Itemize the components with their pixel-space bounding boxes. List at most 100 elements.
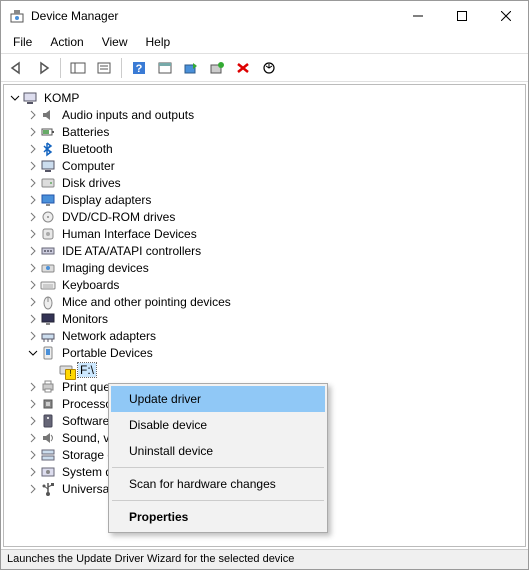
tree-category[interactable]: Batteries bbox=[4, 123, 525, 140]
hid-icon bbox=[40, 226, 56, 242]
cpu-icon bbox=[40, 396, 56, 412]
minimize-button[interactable] bbox=[396, 1, 440, 31]
expand-icon[interactable] bbox=[26, 414, 40, 428]
context-uninstall-device[interactable]: Uninstall device bbox=[111, 438, 325, 464]
context-update-driver[interactable]: Update driver bbox=[111, 386, 325, 412]
expand-icon[interactable] bbox=[26, 329, 40, 343]
expand-icon[interactable] bbox=[26, 193, 40, 207]
tree-device[interactable]: F:\ bbox=[4, 361, 525, 378]
expand-icon[interactable] bbox=[26, 142, 40, 156]
svg-text:?: ? bbox=[136, 63, 143, 75]
sound-icon bbox=[40, 430, 56, 446]
computer-icon bbox=[40, 158, 56, 174]
device-tree[interactable]: KOMP Audio inputs and outputs Batteries Blu… bbox=[3, 84, 526, 547]
tree-category-label: Display adapters bbox=[60, 193, 153, 207]
forward-button[interactable] bbox=[31, 57, 55, 79]
tree-category-label: DVD/CD-ROM drives bbox=[60, 210, 177, 224]
tree-category-label: IDE ATA/ATAPI controllers bbox=[60, 244, 203, 258]
tree-category[interactable]: Computer bbox=[4, 157, 525, 174]
status-bar: Launches the Update Driver Wizard for th… bbox=[1, 549, 528, 569]
collapse-icon[interactable] bbox=[8, 91, 22, 105]
computer-icon bbox=[22, 90, 38, 106]
toolbar-separator bbox=[121, 58, 122, 78]
menu-help[interactable]: Help bbox=[138, 33, 179, 51]
network-icon bbox=[40, 328, 56, 344]
tree-category-label: Imaging devices bbox=[60, 261, 151, 275]
scan-hardware-button[interactable] bbox=[205, 57, 229, 79]
expand-icon[interactable] bbox=[26, 278, 40, 292]
menu-view[interactable]: View bbox=[94, 33, 136, 51]
menu-file[interactable]: File bbox=[5, 33, 40, 51]
tree-category[interactable]: DVD/CD-ROM drives bbox=[4, 208, 525, 225]
expand-icon[interactable] bbox=[26, 261, 40, 275]
tree-category-label: Human Interface Devices bbox=[60, 227, 199, 241]
maximize-button[interactable] bbox=[440, 1, 484, 31]
context-disable-device[interactable]: Disable device bbox=[111, 412, 325, 438]
back-button[interactable] bbox=[5, 57, 29, 79]
tree-category-label: Bluetooth bbox=[60, 142, 115, 156]
update-driver-button[interactable] bbox=[179, 57, 203, 79]
tree-root-label: KOMP bbox=[42, 91, 81, 105]
storage-icon bbox=[40, 447, 56, 463]
context-properties[interactable]: Properties bbox=[111, 504, 325, 530]
tree-category[interactable]: Display adapters bbox=[4, 191, 525, 208]
app-icon bbox=[9, 8, 25, 24]
tree-category[interactable]: Monitors bbox=[4, 310, 525, 327]
expand-icon[interactable] bbox=[26, 448, 40, 462]
tree-category-label: Portable Devices bbox=[60, 346, 155, 360]
toolbar: ? bbox=[1, 54, 528, 82]
collapse-icon[interactable] bbox=[26, 346, 40, 360]
keyboard-icon bbox=[40, 277, 56, 293]
expand-icon[interactable] bbox=[26, 159, 40, 173]
bluetooth-icon bbox=[40, 141, 56, 157]
expand-icon[interactable] bbox=[26, 125, 40, 139]
expand-icon[interactable] bbox=[26, 431, 40, 445]
expand-icon[interactable] bbox=[26, 380, 40, 394]
tree-category-label: Batteries bbox=[60, 125, 111, 139]
expand-icon[interactable] bbox=[26, 210, 40, 224]
context-scan-hardware[interactable]: Scan for hardware changes bbox=[111, 471, 325, 497]
expand-icon[interactable] bbox=[26, 465, 40, 479]
software-icon bbox=[40, 413, 56, 429]
context-separator bbox=[112, 467, 324, 468]
window-title: Device Manager bbox=[31, 9, 396, 23]
tree-category[interactable]: Portable Devices bbox=[4, 344, 525, 361]
tree-category-label: Computer bbox=[60, 159, 117, 173]
tree-root[interactable]: KOMP bbox=[4, 89, 525, 106]
tree-category-label: Keyboards bbox=[60, 278, 121, 292]
optical-icon bbox=[40, 209, 56, 225]
monitor-icon bbox=[40, 311, 56, 327]
tree-category[interactable]: Bluetooth bbox=[4, 140, 525, 157]
tree-category[interactable]: Audio inputs and outputs bbox=[4, 106, 525, 123]
drive-warn-icon bbox=[58, 362, 74, 378]
expand-icon[interactable] bbox=[26, 227, 40, 241]
help-button[interactable]: ? bbox=[127, 57, 151, 79]
menu-action[interactable]: Action bbox=[42, 33, 91, 51]
ide-icon bbox=[40, 243, 56, 259]
expand-icon[interactable] bbox=[26, 397, 40, 411]
tree-category[interactable]: Network adapters bbox=[4, 327, 525, 344]
uninstall-button[interactable] bbox=[231, 57, 255, 79]
show-hide-console-button[interactable] bbox=[66, 57, 90, 79]
tree-category[interactable]: Keyboards bbox=[4, 276, 525, 293]
tree-category[interactable]: Mice and other pointing devices bbox=[4, 293, 525, 310]
expand-icon[interactable] bbox=[26, 108, 40, 122]
disable-button[interactable] bbox=[257, 57, 281, 79]
tree-category[interactable]: Human Interface Devices bbox=[4, 225, 525, 242]
close-button[interactable] bbox=[484, 1, 528, 31]
expand-icon[interactable] bbox=[26, 295, 40, 309]
tree-category[interactable]: IDE ATA/ATAPI controllers bbox=[4, 242, 525, 259]
expand-icon[interactable] bbox=[26, 176, 40, 190]
system-icon bbox=[40, 464, 56, 480]
tree-category[interactable]: Imaging devices bbox=[4, 259, 525, 276]
expand-icon[interactable] bbox=[26, 244, 40, 258]
expand-icon[interactable] bbox=[26, 482, 40, 496]
expand-icon[interactable] bbox=[26, 312, 40, 326]
action-list-button[interactable] bbox=[153, 57, 177, 79]
battery-icon bbox=[40, 124, 56, 140]
properties-button[interactable] bbox=[92, 57, 116, 79]
menubar: File Action View Help bbox=[1, 31, 528, 54]
tree-category-label: Monitors bbox=[60, 312, 110, 326]
tree-category-label: Audio inputs and outputs bbox=[60, 108, 196, 122]
tree-category[interactable]: Disk drives bbox=[4, 174, 525, 191]
